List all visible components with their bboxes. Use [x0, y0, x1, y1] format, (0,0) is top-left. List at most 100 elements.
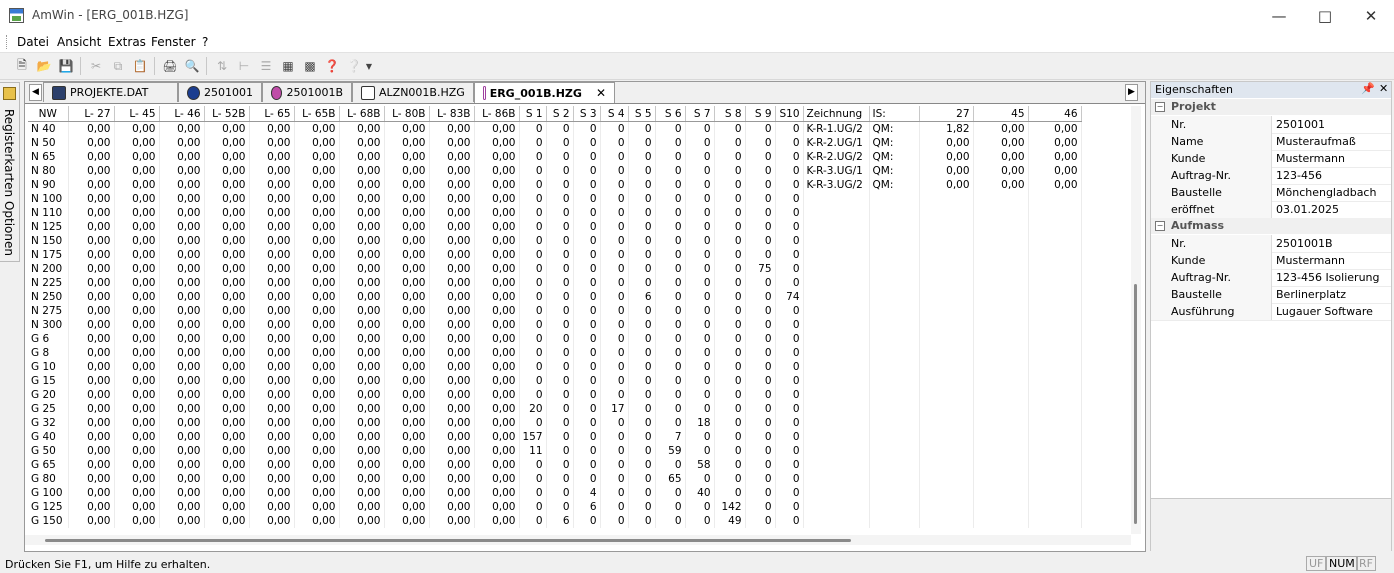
grid-cell[interactable]: 0 — [600, 248, 629, 262]
grid-cell[interactable]: 0 — [685, 472, 715, 486]
grid-cell[interactable] — [1028, 346, 1082, 360]
grid-cell[interactable]: 0,00 — [114, 430, 160, 444]
property-row[interactable]: Nr. 2501001 — [1151, 116, 1391, 134]
grid-cell[interactable]: 0 — [775, 220, 804, 234]
column-header[interactable]: L- 83B — [429, 106, 475, 122]
grid-cell[interactable] — [803, 402, 870, 416]
grid-cell[interactable] — [869, 402, 920, 416]
grid-cell[interactable]: 0,00 — [339, 514, 385, 528]
tab-alzn001b-hzg[interactable]: ALZN001B.HZG — [352, 82, 474, 102]
grid-cell[interactable]: 0 — [519, 136, 547, 150]
grid-cell[interactable]: 0 — [655, 234, 686, 248]
grid-cell[interactable]: 0,00 — [973, 164, 1029, 178]
grid-cell[interactable]: 0,00 — [429, 304, 475, 318]
grid-cell[interactable]: 0 — [600, 304, 629, 318]
grid-cell[interactable]: 0,00 — [159, 178, 205, 192]
grid-cell[interactable]: 0 — [655, 262, 686, 276]
grid-cell[interactable]: 0 — [745, 472, 776, 486]
grid-cell[interactable]: 0 — [714, 178, 746, 192]
grid-cell[interactable] — [803, 262, 870, 276]
grid-cell[interactable]: 0,00 — [159, 276, 205, 290]
grid-cell[interactable]: 0 — [655, 248, 686, 262]
grid-cell[interactable]: 0,00 — [384, 514, 430, 528]
grid-cell[interactable]: 0 — [573, 276, 601, 290]
grid-cell[interactable]: 0 — [775, 248, 804, 262]
grid-cell[interactable]: 0 — [573, 388, 601, 402]
grid-cell[interactable]: 0,00 — [249, 276, 295, 290]
grid-cell[interactable]: 0,00 — [294, 220, 340, 234]
grid-cell[interactable]: 0 — [519, 388, 547, 402]
grid-cell[interactable]: 0,00 — [384, 136, 430, 150]
grid-cell[interactable]: 0,00 — [973, 150, 1029, 164]
grid-cell[interactable] — [869, 444, 920, 458]
grid-cell[interactable]: 0,00 — [429, 332, 475, 346]
grid-cell[interactable] — [919, 416, 974, 430]
grid-cell[interactable]: G 125 — [28, 500, 69, 514]
grid-cell[interactable]: 0,00 — [204, 248, 250, 262]
grid-cell[interactable] — [803, 332, 870, 346]
grid-cell[interactable]: 0,00 — [204, 150, 250, 164]
grid-cell[interactable]: 0 — [685, 150, 715, 164]
grid-cell[interactable]: 0,00 — [339, 402, 385, 416]
grid-cell[interactable]: 0,00 — [68, 248, 115, 262]
grid-cell[interactable]: 0,00 — [68, 150, 115, 164]
grid-cell[interactable]: 0,00 — [114, 262, 160, 276]
column-header[interactable]: S 5 — [628, 106, 656, 122]
grid-cell[interactable]: 0 — [519, 150, 547, 164]
grid-cell[interactable]: QM: — [869, 136, 920, 150]
grid-cell[interactable]: 0,00 — [339, 290, 385, 304]
grid-cell[interactable] — [919, 290, 974, 304]
table-row[interactable]: N 250 0,00 0,00 0,00 0,00 0,00 0,00 0,00 0,00 0,0… — [28, 290, 1082, 304]
grid-cell[interactable]: 0,00 — [294, 150, 340, 164]
grid-cell[interactable] — [973, 206, 1029, 220]
grid-cell[interactable]: 0 — [685, 248, 715, 262]
grid-cell[interactable]: 0,00 — [294, 458, 340, 472]
grid-cell[interactable]: 0 — [519, 360, 547, 374]
grid-cell[interactable]: 0,00 — [249, 472, 295, 486]
grid-cell[interactable]: 0,00 — [114, 458, 160, 472]
grid-cell[interactable] — [869, 430, 920, 444]
grid-cell[interactable]: 0,00 — [973, 121, 1029, 136]
grid-cell[interactable]: 0,00 — [339, 472, 385, 486]
grid-cell[interactable]: 0,00 — [474, 164, 520, 178]
pin-icon[interactable]: 📌 — [1361, 82, 1375, 95]
grid-cell[interactable]: 0 — [685, 402, 715, 416]
horizontal-scrollbar[interactable] — [25, 535, 1131, 545]
grid-cell[interactable]: 0,00 — [294, 500, 340, 514]
grid-cell[interactable] — [1028, 360, 1082, 374]
grid-cell[interactable]: 0 — [714, 444, 746, 458]
grid-cell[interactable] — [1028, 248, 1082, 262]
grid-cell[interactable]: N 125 — [28, 220, 69, 234]
grid-cell[interactable] — [919, 458, 974, 472]
grid-cell[interactable]: 0,00 — [339, 276, 385, 290]
grid-cell[interactable]: 0 — [628, 248, 656, 262]
grid-cell[interactable]: 0,00 — [68, 332, 115, 346]
grid-cell[interactable] — [1028, 206, 1082, 220]
vertical-scrollbar[interactable] — [1131, 106, 1141, 534]
grid-cell[interactable]: 0 — [573, 416, 601, 430]
grid-cell[interactable]: 0,00 — [429, 192, 475, 206]
grid-cell[interactable]: 0 — [600, 444, 629, 458]
grid-cell[interactable]: G 80 — [28, 472, 69, 486]
grid-cell[interactable]: 0 — [655, 458, 686, 472]
grid-cell[interactable] — [973, 514, 1029, 528]
table-row[interactable]: N 90 0,00 0,00 0,00 0,00 0,00 0,00 0,00 0,00 0,00… — [28, 178, 1082, 192]
grid-cell[interactable]: 0,00 — [1028, 164, 1082, 178]
grid-cell[interactable]: 0,00 — [474, 318, 520, 332]
table-row[interactable]: G 8 0,00 0,00 0,00 0,00 0,00 0,00 0,00 0,00 0,00 0… — [28, 346, 1082, 360]
grid-cell[interactable] — [919, 276, 974, 290]
grid-cell[interactable] — [973, 304, 1029, 318]
grid-cell[interactable]: 0 — [600, 164, 629, 178]
grid-cell[interactable] — [869, 360, 920, 374]
column-header[interactable]: 27 — [919, 106, 974, 122]
property-row[interactable]: Baustelle Berlinerplatz — [1151, 286, 1391, 304]
grid-cell[interactable]: 0 — [714, 486, 746, 500]
grid-cell[interactable]: QM: — [869, 178, 920, 192]
grid-cell[interactable]: 0,00 — [204, 121, 250, 136]
grid-cell[interactable]: 0,00 — [68, 220, 115, 234]
grid-cell[interactable]: 0,00 — [294, 121, 340, 136]
grid-cell[interactable]: 0,00 — [474, 500, 520, 514]
grid-cell[interactable]: 0,00 — [474, 402, 520, 416]
grid-cell[interactable] — [869, 416, 920, 430]
grid-cell[interactable]: 0 — [573, 514, 601, 528]
